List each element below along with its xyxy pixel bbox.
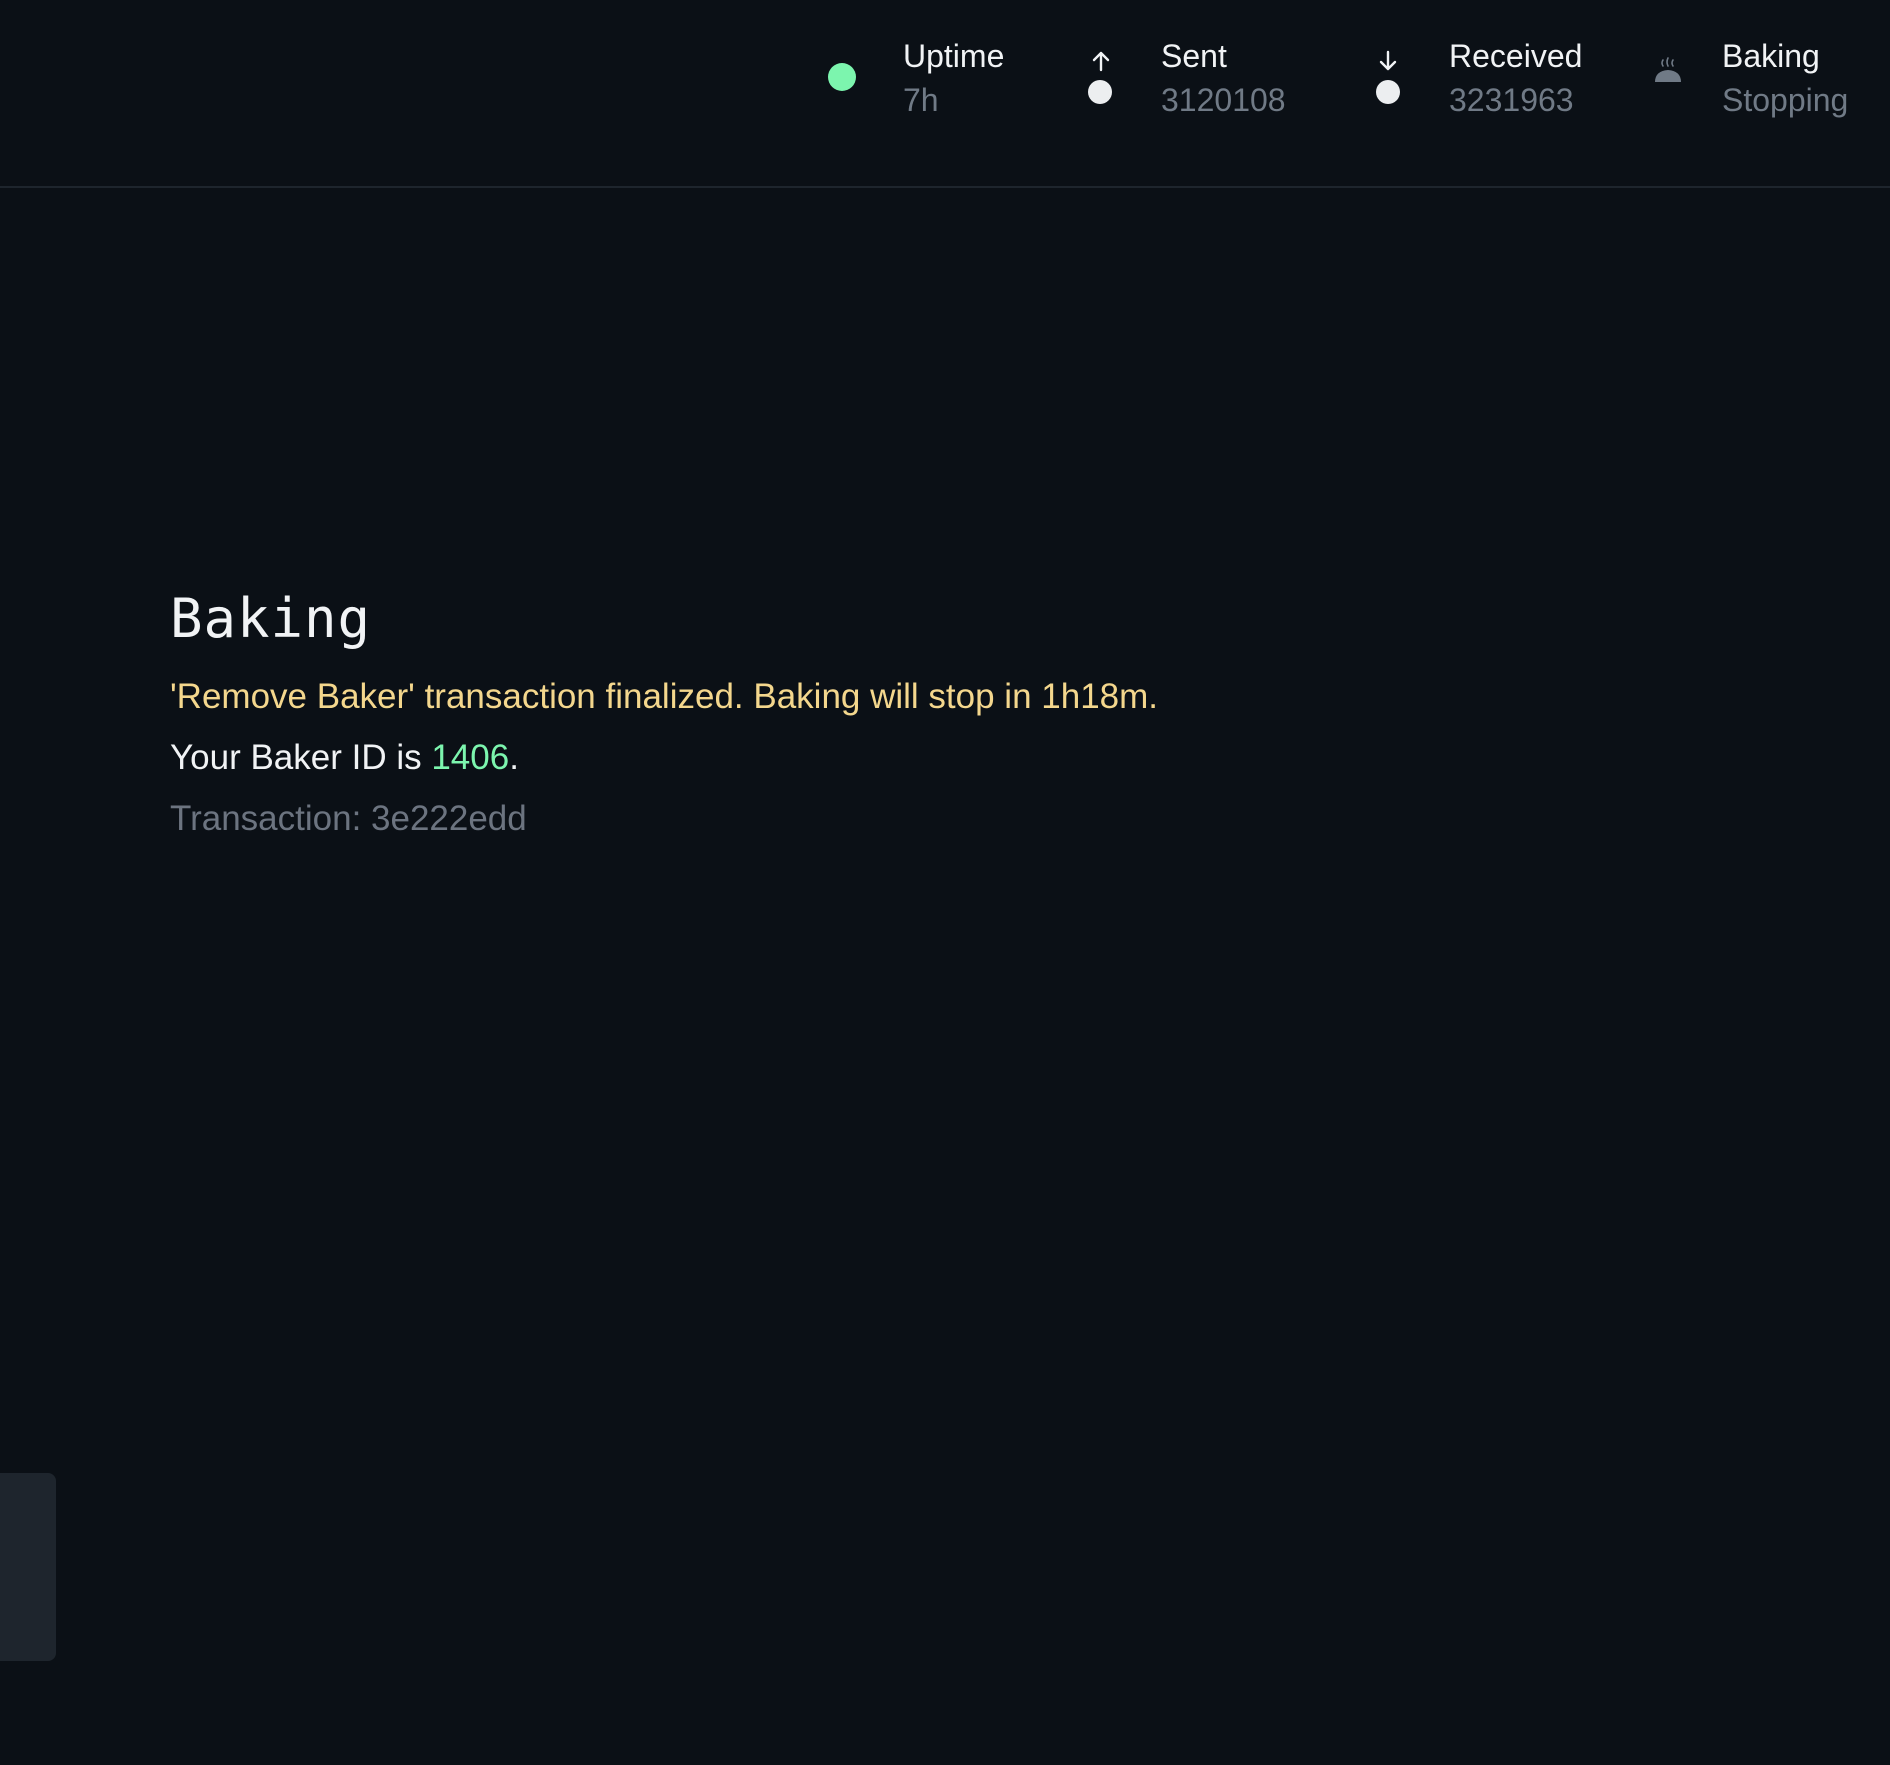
transaction-hash: Transaction: 3e222edd (170, 799, 527, 838)
received-label: Received (1449, 38, 1583, 74)
baker-id-line: Your Baker ID is 1406. (170, 736, 1670, 780)
sent-dot-icon (1088, 80, 1112, 104)
app-page: Uptime 7h Sent 3120108 Received 3231963 … (0, 0, 1890, 1765)
baking-label: Baking (1722, 38, 1820, 74)
status-header: Uptime 7h Sent 3120108 Received 3231963 … (0, 0, 1890, 188)
uptime-value: 7h (903, 82, 939, 118)
baker-id-value: 1406 (431, 738, 510, 777)
sent-label: Sent (1161, 38, 1227, 74)
arrow-down-icon (1376, 50, 1400, 72)
baker-id-prefix: Your Baker ID is (170, 738, 432, 777)
bread-icon (1652, 56, 1684, 88)
status-dot-icon (828, 63, 856, 91)
side-panel-tab[interactable] (0, 1473, 56, 1661)
received-value: 3231963 (1449, 82, 1574, 118)
sent-value: 3120108 (1161, 82, 1286, 118)
arrow-up-icon (1089, 50, 1113, 72)
baker-id-suffix: . (509, 738, 519, 777)
received-dot-icon (1376, 80, 1400, 104)
page-title: Baking (170, 587, 372, 650)
baking-panel: Baking 'Remove Baker' transaction finali… (170, 585, 1670, 858)
uptime-label: Uptime (903, 38, 1005, 74)
baking-value: Stopping (1722, 82, 1849, 118)
remove-baker-notice: 'Remove Baker' transaction finalized. Ba… (170, 677, 1159, 716)
